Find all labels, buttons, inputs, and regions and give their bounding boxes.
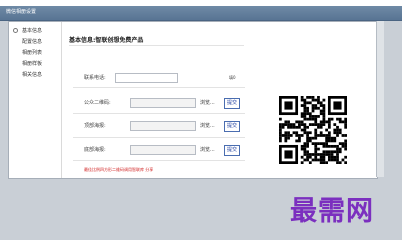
content-panel: 基本信息 配置信息 相册列表 相册样板 相关信息 基本信息:智联创想免费产品 联… [8,21,378,179]
sidebar-item-label: 配置信息 [22,39,43,45]
top-poster-label: 顶部海报: [84,123,106,129]
bottom-poster-submit-button[interactable]: 提交 [224,145,240,156]
window-titlebar: 微信相册设置 [0,6,402,21]
sidebar-item-album-list[interactable]: 相册列表 [9,48,61,58]
sidebar-item-label: 相册样板 [22,61,43,67]
qr-code-browse-button[interactable]: 浏览... [200,98,215,108]
watermark-logo: 最需网 [290,196,374,227]
sidebar: 基本信息 配置信息 相册列表 相册样板 相关信息 [9,22,62,178]
row-divider [73,137,245,138]
phone-hint: 填0 [229,75,236,80]
sidebar-item-album-template[interactable]: 相册样板 [9,59,61,69]
qr-code-label: 公众二维码: [84,100,111,106]
bottom-poster-label: 底部海报: [84,147,106,153]
phone-input[interactable] [115,73,178,83]
row-divider [73,113,245,114]
hint-note: 最佳比例四方形二维码调用智联库 分享 [84,167,154,172]
top-poster-submit-button[interactable]: 提交 [224,121,240,132]
qr-code-icon [279,96,348,165]
qr-code-image [279,96,348,165]
window-title: 微信相册设置 [6,9,37,15]
title-divider [69,45,244,46]
row-divider [73,87,245,88]
sidebar-item-config[interactable]: 配置信息 [9,37,61,47]
row-divider [73,160,245,161]
top-poster-browse-button[interactable]: 浏览... [200,121,215,131]
bottom-poster-browse-button[interactable]: 浏览... [200,145,215,155]
phone-label: 联系电话: [84,75,106,81]
scrollbar[interactable] [376,21,384,177]
sidebar-item-label: 基本信息 [22,28,43,34]
radio-icon [13,28,18,33]
qr-code-file-input[interactable] [130,98,196,108]
sidebar-item-basic-info[interactable]: 基本信息 [9,26,61,36]
page-title: 基本信息:智联创想免费产品 [69,37,144,44]
bottom-poster-file-input[interactable] [130,145,196,155]
sidebar-item-related-info[interactable]: 相关信息 [9,70,61,80]
top-poster-file-input[interactable] [130,121,196,131]
sidebar-item-label: 相关信息 [22,72,43,78]
sidebar-item-label: 相册列表 [22,50,43,56]
qr-code-submit-button[interactable]: 提交 [224,98,240,109]
